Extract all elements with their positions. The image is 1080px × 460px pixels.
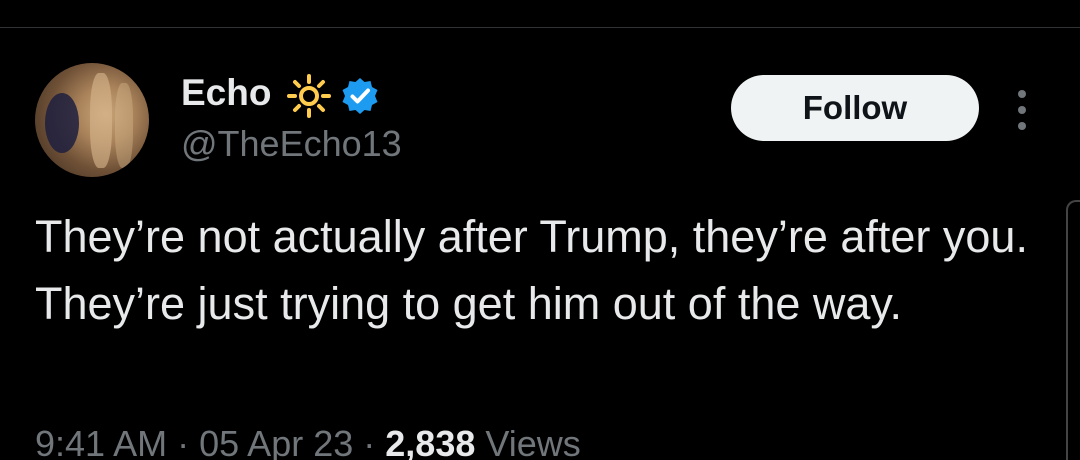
avatar-shadow: [45, 93, 79, 153]
meta-separator: ·: [177, 423, 190, 460]
follow-button[interactable]: Follow: [731, 75, 979, 141]
views-count: 2,838: [385, 423, 476, 460]
meta-separator: ·: [363, 423, 376, 460]
avatar-hair-strand: [115, 83, 133, 168]
tweet-time[interactable]: 9:41 AM: [35, 423, 167, 460]
tweet-meta: 9:41 AM · 05 Apr 23 · 2,838 Views: [35, 421, 581, 460]
author-handle[interactable]: @TheEcho13: [181, 121, 402, 167]
views-label: Views: [485, 423, 581, 460]
tweet-date[interactable]: 05 Apr 23: [199, 423, 353, 460]
scroll-edge: [1066, 200, 1080, 460]
top-divider: [0, 27, 1080, 28]
more-vertical-icon[interactable]: [1012, 88, 1032, 132]
verified-badge-icon: [342, 78, 378, 114]
avatar[interactable]: [35, 63, 149, 177]
tweet-text: They’re not actually after Trump, they’r…: [35, 211, 1028, 329]
avatar-hair-strand: [90, 73, 112, 168]
author-display-name[interactable]: Echo: [181, 70, 271, 116]
sun-icon: [287, 74, 331, 118]
